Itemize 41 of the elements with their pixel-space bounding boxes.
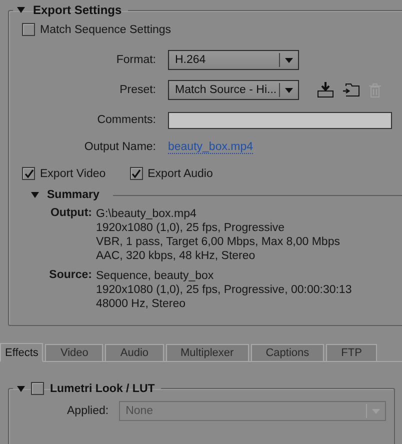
tab[interactable]: Multiplexer bbox=[166, 344, 249, 361]
collapse-triangle-icon[interactable] bbox=[17, 6, 25, 14]
checkbox-label: Export Audio bbox=[148, 168, 213, 180]
summary-label: Output: bbox=[49, 207, 92, 221]
output-name-link[interactable]: beauty_box.mp4 bbox=[168, 140, 254, 154]
collapse-triangle-icon[interactable] bbox=[17, 384, 25, 392]
summary-text: G:\beauty_box.mp4 bbox=[96, 207, 198, 221]
folder-icon[interactable] bbox=[343, 82, 360, 98]
summary-text: AAC, 320 kbps, 48 kHz, Stereo bbox=[96, 249, 256, 263]
tab[interactable]: Effects bbox=[0, 343, 44, 362]
dropdown[interactable]: H.264 bbox=[168, 50, 299, 70]
checkbox[interactable] bbox=[22, 23, 35, 36]
download-icon[interactable] bbox=[317, 82, 334, 98]
summary-text: 48000 Hz, Stereo bbox=[96, 297, 187, 311]
tab[interactable]: Captions bbox=[250, 344, 324, 361]
tab[interactable]: Video bbox=[45, 344, 104, 361]
caret-icon bbox=[285, 88, 293, 92]
dropdown[interactable]: Match Source - Hi... bbox=[168, 80, 299, 100]
caret-icon bbox=[285, 58, 293, 62]
summary-label: Source: bbox=[48, 269, 92, 283]
checkbox[interactable] bbox=[130, 167, 143, 180]
effect-title: Lumetri Look / LUT bbox=[50, 382, 155, 394]
field-label: Output Name: bbox=[83, 141, 156, 153]
checkbox[interactable] bbox=[22, 167, 35, 180]
field-label: Comments: bbox=[96, 114, 156, 126]
tab[interactable]: FTP bbox=[326, 344, 377, 361]
summary-text: 1920x1080 (1,0), 25 fps, Progressive bbox=[96, 221, 286, 235]
comments-field[interactable] bbox=[168, 112, 392, 128]
checkbox[interactable] bbox=[31, 382, 44, 395]
field-label: Applied: bbox=[67, 405, 109, 417]
collapse-triangle-icon[interactable] bbox=[31, 191, 39, 199]
section-title: Export Settings bbox=[33, 3, 122, 17]
checkbox-label: Export Video bbox=[40, 168, 106, 180]
tab[interactable]: Audio bbox=[105, 344, 164, 361]
summary-text: Sequence, beauty_box bbox=[96, 269, 215, 283]
summary-text: VBR, 1 pass, Target 6,00 Mbps, Max 8,00 Mbps bbox=[96, 235, 341, 249]
field-label: Format: bbox=[115, 54, 156, 66]
checkbox-label: Match Sequence Settings bbox=[40, 24, 172, 36]
field-label: Preset: bbox=[118, 84, 156, 96]
summary-text: 1920x1080 (1,0), 25 fps, Progressive, 00:00:30:13 bbox=[96, 283, 353, 297]
summary-title: Summary bbox=[47, 189, 100, 201]
